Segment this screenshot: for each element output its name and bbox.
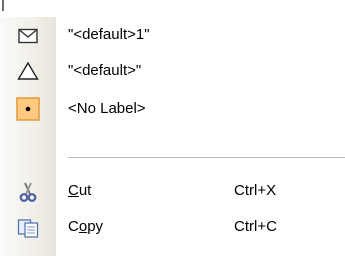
menu-item-no-label[interactable]: <No Label> xyxy=(0,93,345,127)
menu-item-label: "<default>" xyxy=(68,62,142,79)
menu-item-label: <No Label> xyxy=(68,100,146,117)
menu-item-label: Cut xyxy=(68,182,92,199)
selected-dot-icon xyxy=(16,97,40,121)
menu-separator xyxy=(68,157,345,158)
menu-item-cut[interactable]: Cut Ctrl+X xyxy=(0,175,345,209)
context-menu: "<default>1" "<default>" <No Label> Cut … xyxy=(0,17,345,256)
menu-item-copy[interactable]: Copy Ctrl+C xyxy=(0,211,345,245)
menu-item-default-1[interactable]: "<default>1" xyxy=(0,19,345,53)
cut-scissors-icon xyxy=(16,180,40,204)
menu-item-label: Copy xyxy=(68,218,104,235)
copy-icon xyxy=(16,216,40,240)
menu-item-default[interactable]: "<default>" xyxy=(0,55,345,89)
menu-item-shortcut: Ctrl+X xyxy=(234,182,277,199)
menu-item-shortcut: Ctrl+C xyxy=(234,218,277,235)
envelope-icon xyxy=(16,24,40,48)
triangle-icon xyxy=(16,59,40,83)
text-caret xyxy=(2,0,4,11)
menu-item-label: "<default>1" xyxy=(68,26,150,43)
